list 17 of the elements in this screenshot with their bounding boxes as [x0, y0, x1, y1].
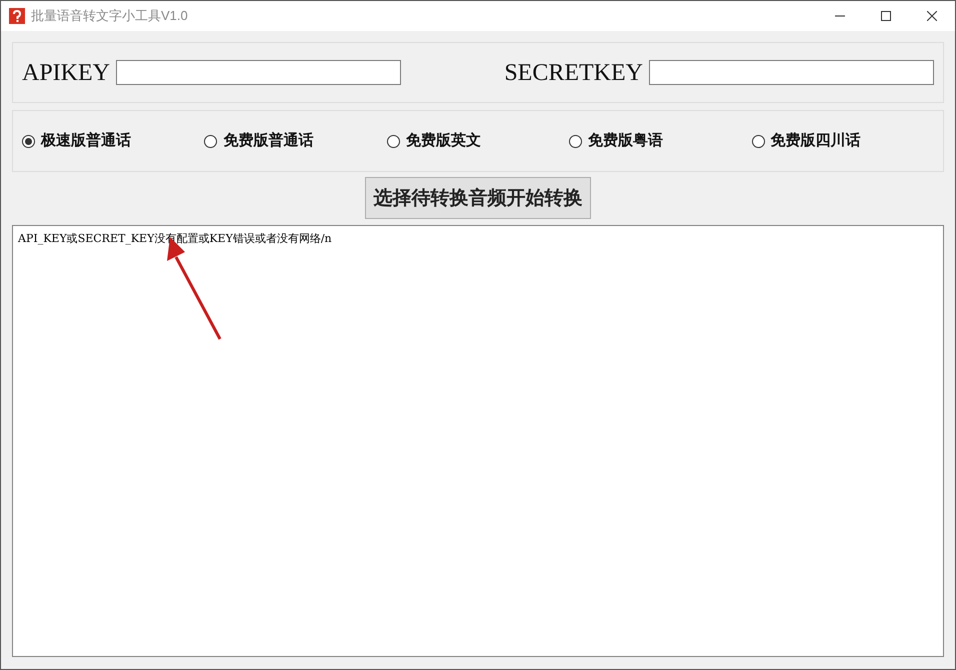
radio-label[interactable]: 免费版四川话 [770, 130, 861, 152]
radio-button[interactable] [386, 134, 400, 148]
field-label: SECRETKEY [504, 58, 643, 88]
radio-button[interactable] [22, 134, 35, 148]
input-field[interactable] [116, 60, 401, 85]
field-label: APIKEY [22, 58, 110, 88]
radio-label[interactable]: 免费版粤语 [588, 130, 664, 152]
radio-label[interactable]: 免费版英文 [406, 130, 481, 152]
radio-button[interactable] [204, 134, 218, 148]
convert-button[interactable]: 选择待转换音频开始转换 [365, 177, 591, 219]
radio-label[interactable]: 极速版普通话 [41, 130, 131, 152]
radio-button[interactable] [752, 134, 765, 148]
input-field[interactable] [649, 60, 934, 85]
window-title: 批量语音转文字小工具V1.0 [31, 7, 188, 26]
app-icon [9, 8, 25, 24]
radio-button[interactable] [569, 134, 582, 148]
radio-label[interactable]: 免费版普通话 [223, 130, 314, 152]
